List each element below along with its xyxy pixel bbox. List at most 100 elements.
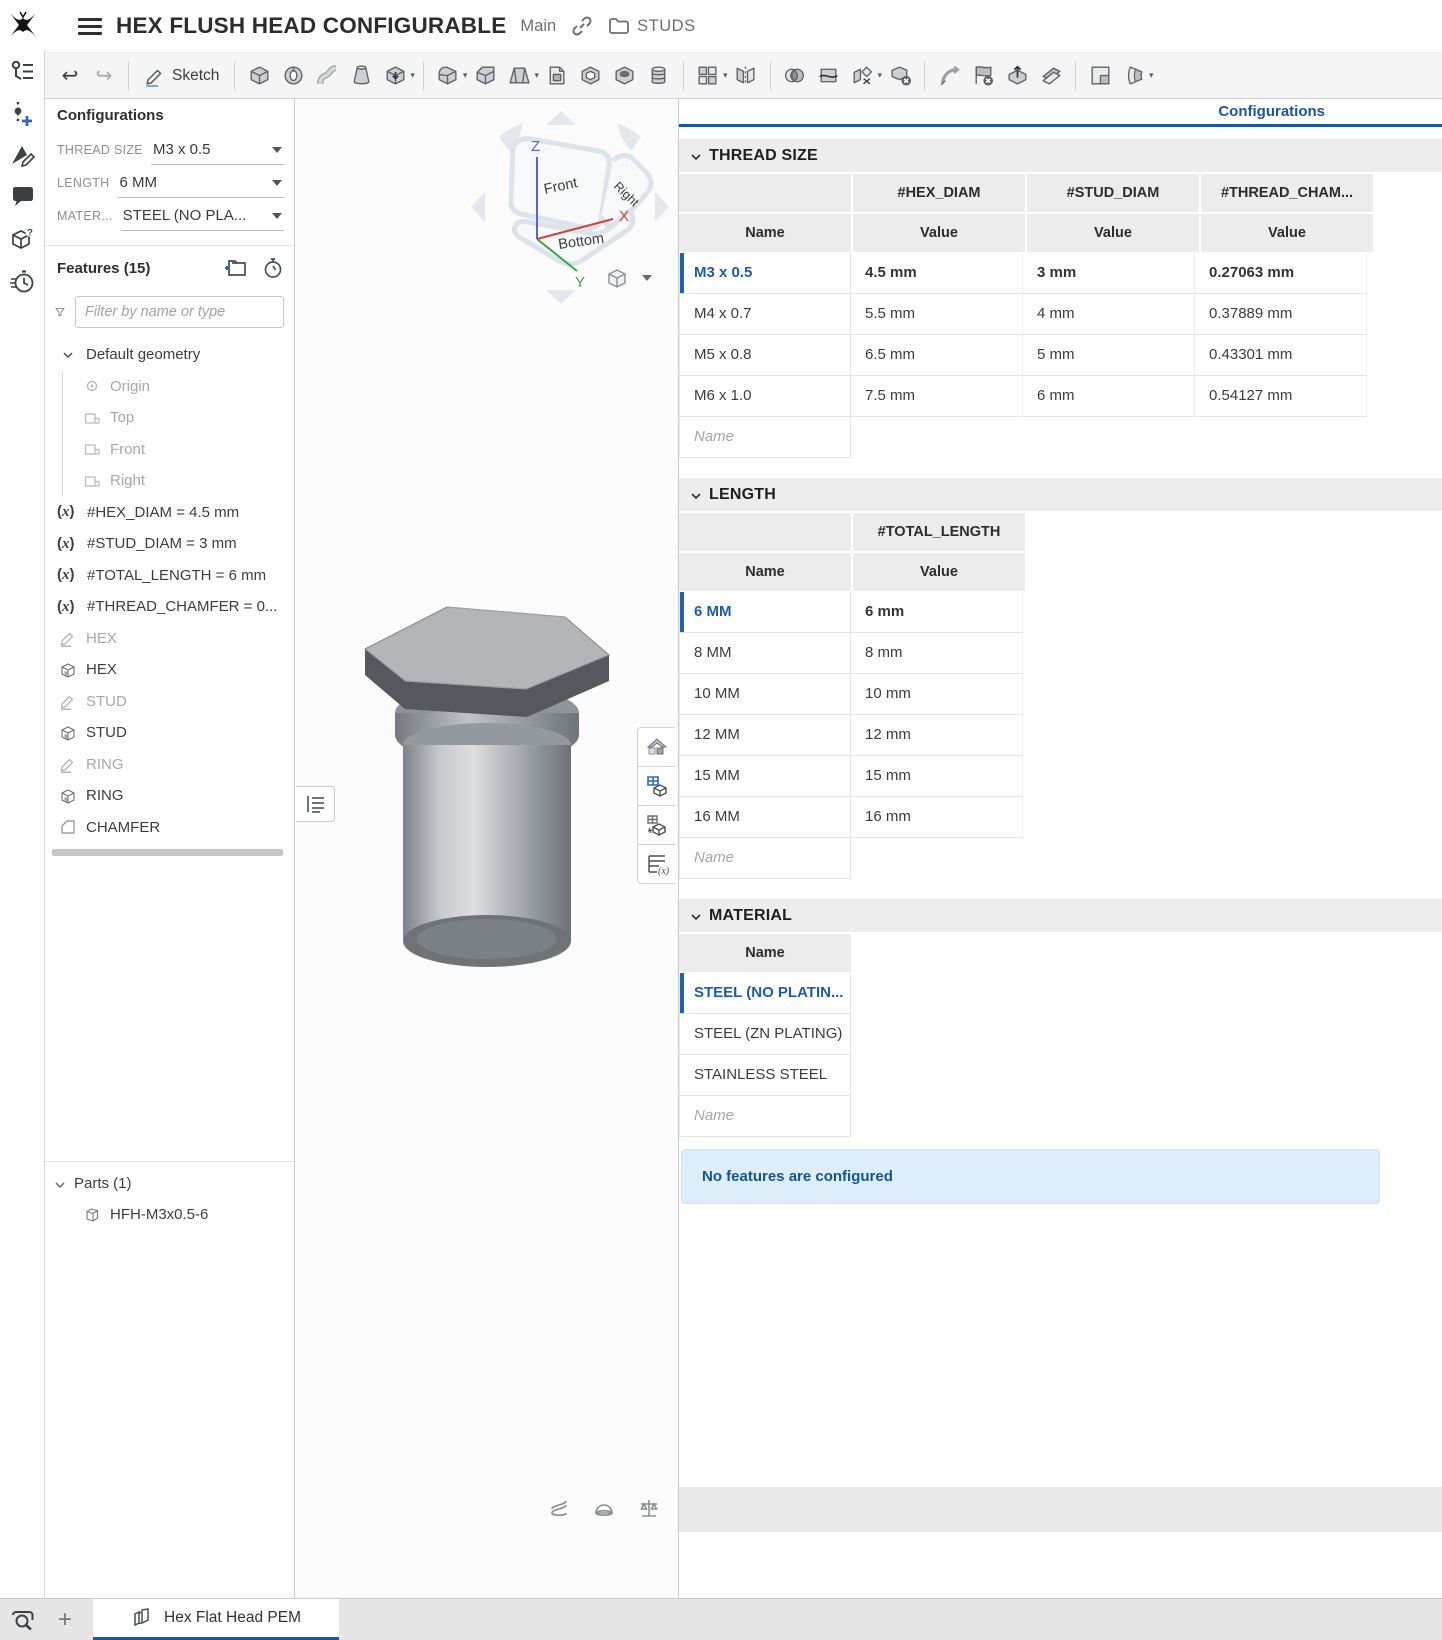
feature-list-toggle-icon[interactable] — [0, 50, 45, 92]
section-header-material[interactable]: MATERIAL — [679, 899, 1442, 932]
linear-pattern-icon[interactable] — [691, 58, 725, 94]
tree-item-right[interactable]: Right — [63, 465, 292, 497]
rollback-bar[interactable] — [52, 849, 283, 856]
rib-icon[interactable] — [540, 58, 574, 94]
chamfer-icon[interactable] — [468, 58, 502, 94]
config-row-12-mm[interactable]: 12 MM12 mm — [679, 715, 1442, 756]
feature-filter-input[interactable] — [75, 296, 284, 328]
feature-item-hex-sketch[interactable]: HEX — [45, 623, 292, 655]
transform-icon[interactable] — [846, 58, 880, 94]
thicken-icon[interactable] — [378, 58, 412, 94]
mirror-icon[interactable] — [729, 58, 763, 94]
variable-table-icon[interactable]: (x) — [637, 844, 675, 884]
config-row-10-mm[interactable]: 10 MM10 mm — [679, 674, 1442, 715]
config-new-row[interactable]: Name — [679, 838, 1442, 879]
sketch-button[interactable]: Sketch — [136, 58, 227, 94]
feature-item-ring-extrude[interactable]: RING — [45, 780, 292, 812]
material-select[interactable]: STEEL (NO PLA... — [121, 201, 284, 231]
config-row-16-mm[interactable]: 16 MM16 mm — [679, 797, 1442, 838]
revolve-icon[interactable] — [276, 58, 310, 94]
delete-face-icon[interactable] — [966, 58, 1000, 94]
chevron-down-icon[interactable]: ▾ — [878, 70, 883, 81]
feature-list-collapse-toggle[interactable] — [296, 786, 335, 822]
config-row-m6-x-1-0[interactable]: M6 x 1.07.5 mm6 mm0.54127 mm — [679, 376, 1442, 417]
variable-item[interactable]: (x)#STUD_DIAM = 3 mm — [45, 528, 292, 560]
move-face-icon[interactable] — [1000, 58, 1034, 94]
config-row-m5-x-0-8[interactable]: M5 x 0.86.5 mm5 mm0.43301 mm — [679, 335, 1442, 376]
chevron-down-icon[interactable]: ▾ — [534, 70, 539, 81]
section-header-length[interactable]: LENGTH — [679, 478, 1442, 511]
boolean-icon[interactable] — [778, 58, 812, 94]
spring-icon[interactable] — [548, 1497, 570, 1519]
workspace-name[interactable]: Main — [520, 17, 556, 36]
config-row-steel-no-platin[interactable]: STEEL (NO PLATIN... — [679, 973, 1442, 1014]
appearance-config-icon[interactable] — [637, 727, 675, 767]
default-geometry-node[interactable]: Default geometry — [45, 339, 292, 371]
variable-item[interactable]: (x)#THREAD_CHAMFER = 0... — [45, 591, 292, 623]
comment-icon[interactable] — [0, 176, 45, 218]
main-menu-icon[interactable] — [78, 18, 102, 35]
config-new-row[interactable]: Name — [679, 417, 1442, 458]
plane-icon[interactable] — [1083, 58, 1117, 94]
history-icon[interactable] — [0, 260, 45, 302]
chevron-down-icon[interactable]: ▾ — [463, 70, 468, 81]
share-link-icon[interactable] — [571, 15, 593, 37]
redo-button[interactable]: ↪ — [87, 58, 121, 94]
tab-part-studio-active[interactable]: Hex Flat Head PEM — [93, 1599, 339, 1640]
delete-part-icon[interactable] — [883, 58, 917, 94]
feature-item-stud-extrude[interactable]: STUD — [45, 717, 292, 749]
hole-icon[interactable] — [608, 58, 642, 94]
chevron-down-icon[interactable]: ▾ — [410, 70, 415, 81]
chevron-down-icon[interactable]: ▾ — [723, 70, 728, 81]
config-row-stainless-steel[interactable]: STAINLESS STEEL — [679, 1055, 1442, 1096]
onshape-logo-icon[interactable] — [0, 0, 45, 50]
dome-icon[interactable] — [593, 1497, 615, 1519]
config-row-m4-x-0-7[interactable]: M4 x 0.75.5 mm4 mm0.37889 mm — [679, 294, 1442, 335]
modify-fillet-icon[interactable] — [932, 58, 966, 94]
tree-item-origin[interactable]: Origin — [63, 371, 292, 403]
config-new-row[interactable]: Name — [679, 1096, 1442, 1137]
view-options-menu[interactable] — [604, 265, 652, 291]
scale-icon[interactable] — [638, 1497, 660, 1519]
sweep-icon[interactable] — [310, 58, 344, 94]
feature-item-chamfer-chamfer[interactable]: CHAMFER — [45, 812, 292, 844]
split-icon[interactable] — [812, 58, 846, 94]
graphics-viewport[interactable]: Z X Y Front Right Bottom — [296, 99, 678, 1598]
variable-item[interactable]: (x)#TOTAL_LENGTH = 6 mm — [45, 560, 292, 592]
thread-size-select[interactable]: M3 x 0.5 — [151, 135, 284, 165]
add-version-icon[interactable] — [0, 92, 45, 134]
thread-icon[interactable] — [642, 58, 676, 94]
loft-icon[interactable] — [344, 58, 378, 94]
add-folder-icon[interactable] — [224, 258, 248, 278]
section-header-thread-size[interactable]: THREAD SIZE — [679, 139, 1442, 172]
offset-surface-icon[interactable] — [1034, 58, 1068, 94]
new-tab-button[interactable]: + — [45, 1599, 85, 1640]
fillet-icon[interactable] — [431, 58, 465, 94]
help-cube-icon[interactable]: ? — [0, 218, 45, 260]
appearance-edit-icon[interactable] — [0, 134, 45, 176]
feature-item-stud-sketch[interactable]: STUD — [45, 686, 292, 718]
part-item-hfh-m3x0-5-6[interactable]: HFH-M3x0.5-6 — [69, 1199, 294, 1231]
config-row-steel-zn-plating[interactable]: STEEL (ZN PLATING) — [679, 1014, 1442, 1055]
config-row-8-mm[interactable]: 8 MM8 mm — [679, 633, 1442, 674]
extrude-icon[interactable] — [242, 58, 276, 94]
configurations-panel-icon[interactable] — [637, 766, 675, 806]
chevron-down-icon[interactable]: ▾ — [1149, 70, 1154, 81]
shell-icon[interactable] — [574, 58, 608, 94]
config-row-6-mm[interactable]: 6 MM6 mm — [679, 592, 1442, 633]
tab-configurations[interactable]: Configurations — [1218, 103, 1325, 120]
draft-icon[interactable] — [502, 58, 536, 94]
tree-item-top[interactable]: Top — [63, 402, 292, 434]
sheet-metal-model-icon[interactable] — [1117, 58, 1151, 94]
tree-item-front[interactable]: Front — [63, 434, 292, 466]
variable-item[interactable]: (x)#HEX_DIAM = 4.5 mm — [45, 497, 292, 529]
parts-section-header[interactable]: Parts (1) — [55, 1169, 132, 1197]
feature-item-ring-sketch[interactable]: RING — [45, 749, 292, 781]
config-row-15-mm[interactable]: 15 MM15 mm — [679, 756, 1442, 797]
stopwatch-icon[interactable] — [262, 257, 284, 279]
feature-item-hex-extrude[interactable]: HEX — [45, 654, 292, 686]
search-tabs-button[interactable] — [0, 1599, 45, 1640]
configured-features-icon[interactable] — [637, 805, 675, 845]
config-row-m3-x-0-5[interactable]: M3 x 0.54.5 mm3 mm0.27063 mm — [679, 253, 1442, 294]
folder-name[interactable]: STUDS — [637, 17, 695, 36]
